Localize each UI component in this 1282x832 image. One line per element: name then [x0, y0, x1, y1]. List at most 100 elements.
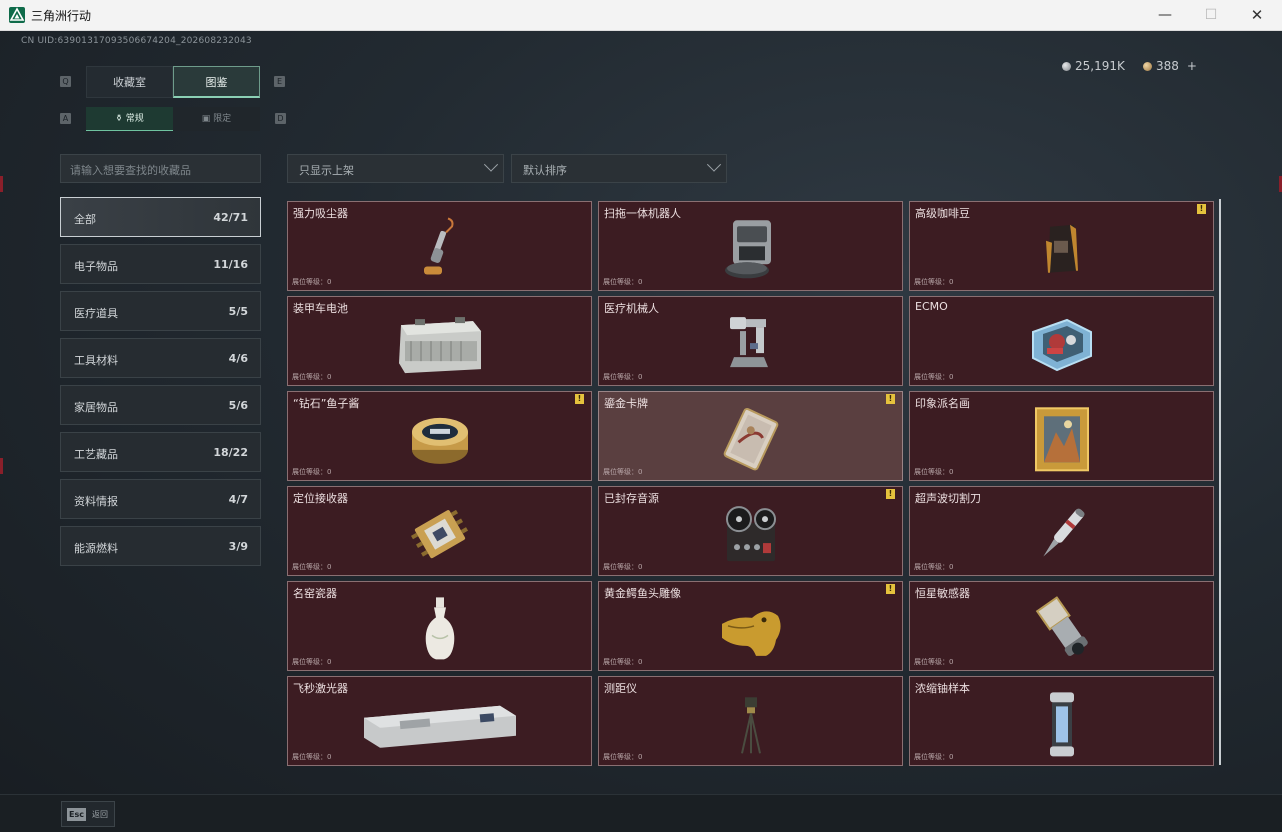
coffee-bag-icon	[1045, 224, 1078, 273]
category-energy[interactable]: 能源燃料 3/9	[60, 526, 261, 566]
item-card[interactable]: 黄金鳄鱼头雕像 ! 展位等级：0	[598, 581, 903, 671]
category-tools[interactable]: 工具材料 4/6	[60, 338, 261, 378]
category-electronics[interactable]: 电子物品 11/16	[60, 244, 261, 284]
category-crafts[interactable]: 工艺藏品 18/22	[60, 432, 261, 472]
ecmo-machine-icon	[1031, 318, 1092, 372]
currency-value: 25,191K	[1075, 59, 1125, 73]
item-name: 黄金鳄鱼头雕像	[604, 587, 681, 600]
category-count: 42/71	[213, 211, 248, 224]
item-card[interactable]: 高级咖啡豆 ! 展位等级：0	[909, 201, 1214, 291]
item-card[interactable]: 强力吸尘器 展位等级：0	[287, 201, 592, 291]
dropdown-value: 默认排序	[523, 164, 567, 177]
category-list: 全部 42/71 电子物品 11/16 医疗道具 5/5 工具材料 4/6 家居物品 5/…	[60, 197, 261, 573]
item-level: 展位等级：0	[914, 563, 954, 571]
edge-marker	[0, 458, 3, 474]
item-level: 展位等级：0	[292, 658, 332, 666]
category-count: 11/16	[213, 258, 248, 271]
gps-receiver-icon	[410, 509, 468, 559]
item-card[interactable]: 医疗机械人 展位等级：0	[598, 296, 903, 386]
search-input[interactable]: 请输入想要查找的收藏品	[60, 154, 261, 183]
item-level: 展位等级：0	[603, 658, 643, 666]
item-level: 展位等级：0	[292, 278, 332, 286]
minimize-button[interactable]: —	[1142, 0, 1188, 31]
gilded-card-icon	[723, 408, 778, 471]
mop-robot-icon	[724, 220, 771, 279]
tab-collection-room[interactable]: 收藏室	[86, 66, 173, 98]
category-count: 3/9	[228, 540, 248, 553]
silver-coin-icon	[1062, 62, 1071, 71]
item-card[interactable]: 定位接收器 展位等级：0	[287, 486, 592, 576]
category-label: 资料情报	[74, 495, 118, 508]
collection-grid: 强力吸尘器 展位等级：0 扫拖一体机器人 展位等级：0 高级咖啡豆 ! 展位等级…	[287, 201, 1215, 766]
bottom-bar: Esc 返回	[0, 794, 1282, 832]
item-name: “钻石”鱼子酱	[293, 397, 360, 410]
grid-scrollbar[interactable]	[1219, 199, 1221, 765]
main-tabs: 收藏室 图鉴	[86, 66, 260, 98]
item-card[interactable]: 恒星敏感器 展位等级：0	[909, 581, 1214, 671]
category-count: 4/7	[228, 493, 248, 506]
item-card[interactable]: 装甲车电池 展位等级：0	[287, 296, 592, 386]
caviar-tin-icon	[411, 417, 468, 464]
window-title: 三角洲行动	[31, 9, 92, 23]
game-area: CN UID:63901317093506674204_202608232043…	[0, 31, 1282, 832]
key-hint-a: A	[60, 113, 71, 124]
shelf-filter-dropdown[interactable]: 只显示上架	[287, 154, 504, 183]
subtab-label: 常规	[125, 114, 144, 124]
item-card[interactable]: 飞秒激光器 展位等级：0	[287, 676, 592, 766]
category-intel[interactable]: 资料情报 4/7	[60, 479, 261, 519]
alert-badge: !	[575, 394, 584, 404]
category-label: 家居物品	[74, 401, 118, 414]
category-medical[interactable]: 医疗道具 5/5	[60, 291, 261, 331]
player-uid: CN UID:63901317093506674204_202608232043	[21, 36, 252, 46]
item-name: 测距仪	[604, 682, 637, 695]
item-card[interactable]: 测距仪 展位等级：0	[598, 676, 903, 766]
item-level: 展位等级：0	[603, 278, 643, 286]
category-count: 4/6	[228, 352, 248, 365]
item-name: 恒星敏感器	[915, 587, 970, 600]
item-level: 展位等级：0	[603, 373, 643, 381]
alert-badge: !	[886, 394, 895, 404]
item-name: 强力吸尘器	[293, 207, 348, 220]
item-name: 鎏金卡牌	[604, 397, 648, 410]
tab-catalog[interactable]: 图鉴	[173, 66, 260, 98]
gold-crocodile-icon	[721, 611, 781, 656]
item-level: 展位等级：0	[914, 753, 954, 761]
limited-icon: ▣	[201, 114, 214, 124]
close-button[interactable]: ✕	[1234, 0, 1280, 31]
category-count: 18/22	[213, 446, 248, 459]
item-card[interactable]: 超声波切割刀 展位等级：0	[909, 486, 1214, 576]
gold-coin-icon	[1143, 62, 1152, 71]
category-label: 电子物品	[74, 260, 118, 273]
category-label: 能源燃料	[74, 542, 118, 555]
laser-case-icon	[363, 705, 516, 748]
item-card[interactable]: 鎏金卡牌 ! 展位等级：0	[598, 391, 903, 481]
sort-dropdown[interactable]: 默认排序	[511, 154, 727, 183]
subtab-regular[interactable]: ⚱ 常规	[86, 107, 173, 131]
add-currency-button[interactable]: +	[1187, 59, 1197, 73]
item-card[interactable]: “钻石”鱼子酱 ! 展位等级：0	[287, 391, 592, 481]
item-level: 展位等级：0	[914, 658, 954, 666]
item-level: 展位等级：0	[292, 563, 332, 571]
item-card[interactable]: 名窑瓷器 展位等级：0	[287, 581, 592, 671]
category-label: 医疗道具	[74, 307, 118, 320]
subtab-label: 限定	[213, 114, 232, 124]
item-name: 定位接收器	[293, 492, 348, 505]
item-card[interactable]: 印象派名画 展位等级：0	[909, 391, 1214, 481]
category-all[interactable]: 全部 42/71	[60, 197, 261, 237]
item-name: 扫拖一体机器人	[604, 207, 681, 220]
item-name: 已封存音源	[604, 492, 659, 505]
item-card[interactable]: ECMO 展位等级：0	[909, 296, 1214, 386]
item-level: 展位等级：0	[914, 278, 954, 286]
currency-silver: 25,191K	[1062, 59, 1125, 73]
item-card[interactable]: 已封存音源 ! 展位等级：0	[598, 486, 903, 576]
item-card[interactable]: 浓缩铀样本 展位等级：0	[909, 676, 1214, 766]
subtab-limited[interactable]: ▣ 限定	[173, 107, 260, 131]
category-label: 全部	[74, 213, 96, 226]
chevron-down-icon	[483, 157, 499, 172]
back-button[interactable]: Esc 返回	[61, 801, 115, 827]
item-card[interactable]: 扫拖一体机器人 展位等级：0	[598, 201, 903, 291]
maximize-button[interactable]: ☐	[1188, 0, 1234, 31]
item-level: 展位等级：0	[292, 753, 332, 761]
star-sensor-icon	[1035, 596, 1088, 656]
category-household[interactable]: 家居物品 5/6	[60, 385, 261, 425]
